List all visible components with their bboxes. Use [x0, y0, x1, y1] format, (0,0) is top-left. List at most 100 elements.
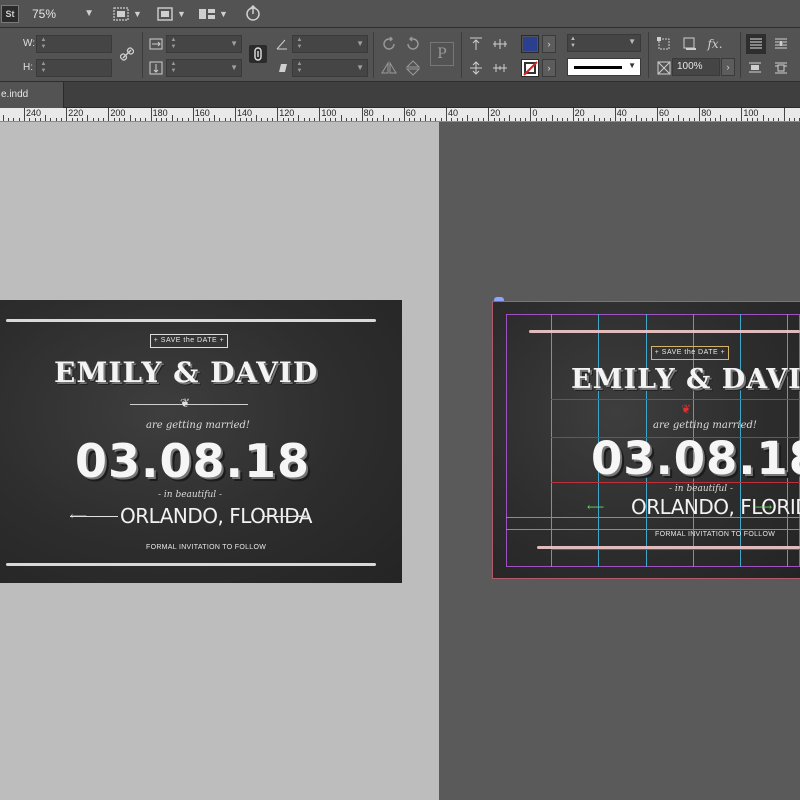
- stroke-type-select[interactable]: ▼: [567, 58, 641, 76]
- ruler-tick: [751, 118, 753, 121]
- stepper-icon[interactable]: ▲ ▼: [295, 61, 304, 75]
- ruler-tick: [319, 108, 321, 121]
- flip-horizontal-button[interactable]: [380, 59, 398, 77]
- stroke-type-preview: [574, 66, 622, 69]
- stepper-icon[interactable]: ▲ ▼: [39, 61, 48, 75]
- stroke-swatch-menu-button[interactable]: ›: [542, 59, 556, 77]
- ruler-tick: [414, 118, 416, 121]
- ruler-label: 80: [701, 108, 712, 118]
- fill-color-swatch[interactable]: [521, 35, 539, 53]
- ruler-label: 140: [237, 108, 253, 118]
- chevron-down-icon[interactable]: ▼: [230, 36, 238, 52]
- in-beautiful-text: - in beautiful -: [669, 484, 734, 494]
- shear-angle-field[interactable]: ▲ ▼ ▼: [292, 59, 368, 77]
- width-label: W:: [23, 38, 36, 49]
- flip-vertical-button[interactable]: [404, 59, 422, 77]
- text-wrap-icon: [775, 38, 787, 49]
- text-wrap-object-button[interactable]: [746, 59, 764, 77]
- invitation-card-edit[interactable]: + SAVE the DATE + EMILY & DAVID ❦ are ge…: [492, 301, 800, 579]
- couple-names: EMILY & DAVID: [571, 364, 800, 395]
- ruler-tick: [150, 108, 152, 121]
- ruler-tick: [108, 108, 110, 121]
- zoom-level-select[interactable]: 75% ▼: [28, 3, 100, 25]
- horizontal-ruler[interactable]: 240 220 200 180 160 140 120 100 80 60 40 20 0 20 40 60 8…: [0, 108, 800, 122]
- constrain-scale-button[interactable]: [249, 45, 267, 63]
- ruler-tick: [155, 118, 157, 121]
- rotation-angle-icon: [273, 35, 291, 53]
- text-wrap-none-button[interactable]: [746, 34, 766, 54]
- stepper-icon[interactable]: ▲ ▼: [39, 37, 48, 51]
- screen-mode-button[interactable]: ▼: [156, 5, 186, 23]
- link-icon: [120, 47, 134, 61]
- opacity-field[interactable]: 100%: [672, 58, 720, 76]
- rotate-ccw-button[interactable]: [404, 35, 422, 53]
- stepper-icon[interactable]: ▲ ▼: [570, 36, 576, 50]
- height-field[interactable]: ▲ ▼: [36, 59, 112, 77]
- app-logo[interactable]: St: [1, 5, 19, 23]
- document-tab[interactable]: e.indd: [0, 82, 64, 108]
- stepper-icon[interactable]: ▲ ▼: [169, 61, 178, 75]
- ruler-tick: [119, 118, 120, 121]
- ruler-tick: [746, 118, 748, 121]
- stepper-icon[interactable]: ▲ ▼: [295, 37, 304, 51]
- publish-online-button[interactable]: [243, 5, 263, 23]
- fill-swatch-menu-button[interactable]: ›: [542, 35, 556, 53]
- stepper-icon[interactable]: ▲ ▼: [169, 37, 178, 51]
- scale-x-field[interactable]: ▲ ▼ ▼: [166, 35, 242, 53]
- constrain-proportions-button[interactable]: [118, 45, 136, 63]
- align-center-icon[interactable]: [467, 59, 485, 77]
- divider: [648, 32, 649, 78]
- ruler-tick: [382, 115, 384, 121]
- ruler-tick: [461, 118, 463, 121]
- event-date: 03.08.18: [75, 434, 310, 488]
- chevron-down-icon[interactable]: ▼: [356, 60, 364, 76]
- opacity-menu-button[interactable]: ›: [721, 58, 735, 76]
- ruler-tick: [488, 108, 490, 121]
- ruler-tick: [641, 118, 643, 121]
- text-wrap-jump-button[interactable]: [772, 59, 790, 77]
- ruler-tick: [329, 118, 331, 121]
- align-top-icon[interactable]: [467, 35, 485, 53]
- text-wrap-jump-icon: [775, 62, 787, 74]
- ruler-tick: [778, 118, 780, 121]
- baseline-guide: [551, 549, 800, 550]
- ruler-tick: [430, 118, 432, 121]
- chevron-down-icon[interactable]: ▼: [356, 36, 364, 52]
- distribute-spacing-icon[interactable]: [491, 59, 509, 77]
- ruler-tick: [213, 115, 215, 121]
- scale-y-field[interactable]: ▲ ▼ ▼: [166, 59, 242, 77]
- getting-married-text: are getting married!: [146, 420, 250, 431]
- text-wrap-bounding-button[interactable]: [772, 35, 790, 53]
- distribute-icon[interactable]: [491, 35, 509, 53]
- paragraph-p-icon[interactable]: P: [430, 42, 454, 66]
- ruler-tick: [192, 108, 194, 121]
- width-field[interactable]: ▲ ▼: [36, 35, 112, 53]
- ruler-tick: [235, 108, 236, 121]
- ruler-tick: [187, 118, 189, 121]
- ruler-tick: [361, 108, 363, 121]
- frame-fitting-icon[interactable]: [655, 35, 673, 53]
- ruler-tick: [351, 118, 352, 121]
- ruler-tick: [435, 118, 437, 121]
- drop-shadow-icon[interactable]: [681, 35, 699, 53]
- screen-mode-icon: [157, 7, 173, 21]
- chevron-down-icon: ▼: [219, 9, 228, 19]
- arrange-documents-button[interactable]: ▼: [198, 5, 228, 23]
- ruler-tick: [39, 118, 41, 121]
- invitation-card-preview[interactable]: + SAVE the DATE + EMILY & DAVID ❦ are ge…: [0, 300, 402, 583]
- chevron-down-icon[interactable]: ▼: [628, 37, 636, 46]
- ruler-tick: [567, 118, 569, 121]
- ruler-tick: [419, 118, 421, 121]
- stroke-weight-field[interactable]: ▲ ▼ ▼: [567, 34, 641, 52]
- ruler-tick: [662, 118, 664, 121]
- rotate-cw-button[interactable]: [380, 35, 398, 53]
- rotation-angle-field[interactable]: ▲ ▼ ▼: [292, 35, 368, 53]
- chevron-down-icon[interactable]: ▼: [230, 60, 238, 76]
- view-options-icon: [113, 7, 129, 21]
- fx-icon[interactable]: fx.: [706, 35, 724, 53]
- stroke-color-swatch[interactable]: [521, 59, 539, 77]
- view-options-button[interactable]: ▼: [112, 5, 142, 23]
- ruler-tick: [493, 118, 495, 121]
- ruler-tick: [377, 118, 379, 121]
- ruler-tick: [467, 115, 469, 121]
